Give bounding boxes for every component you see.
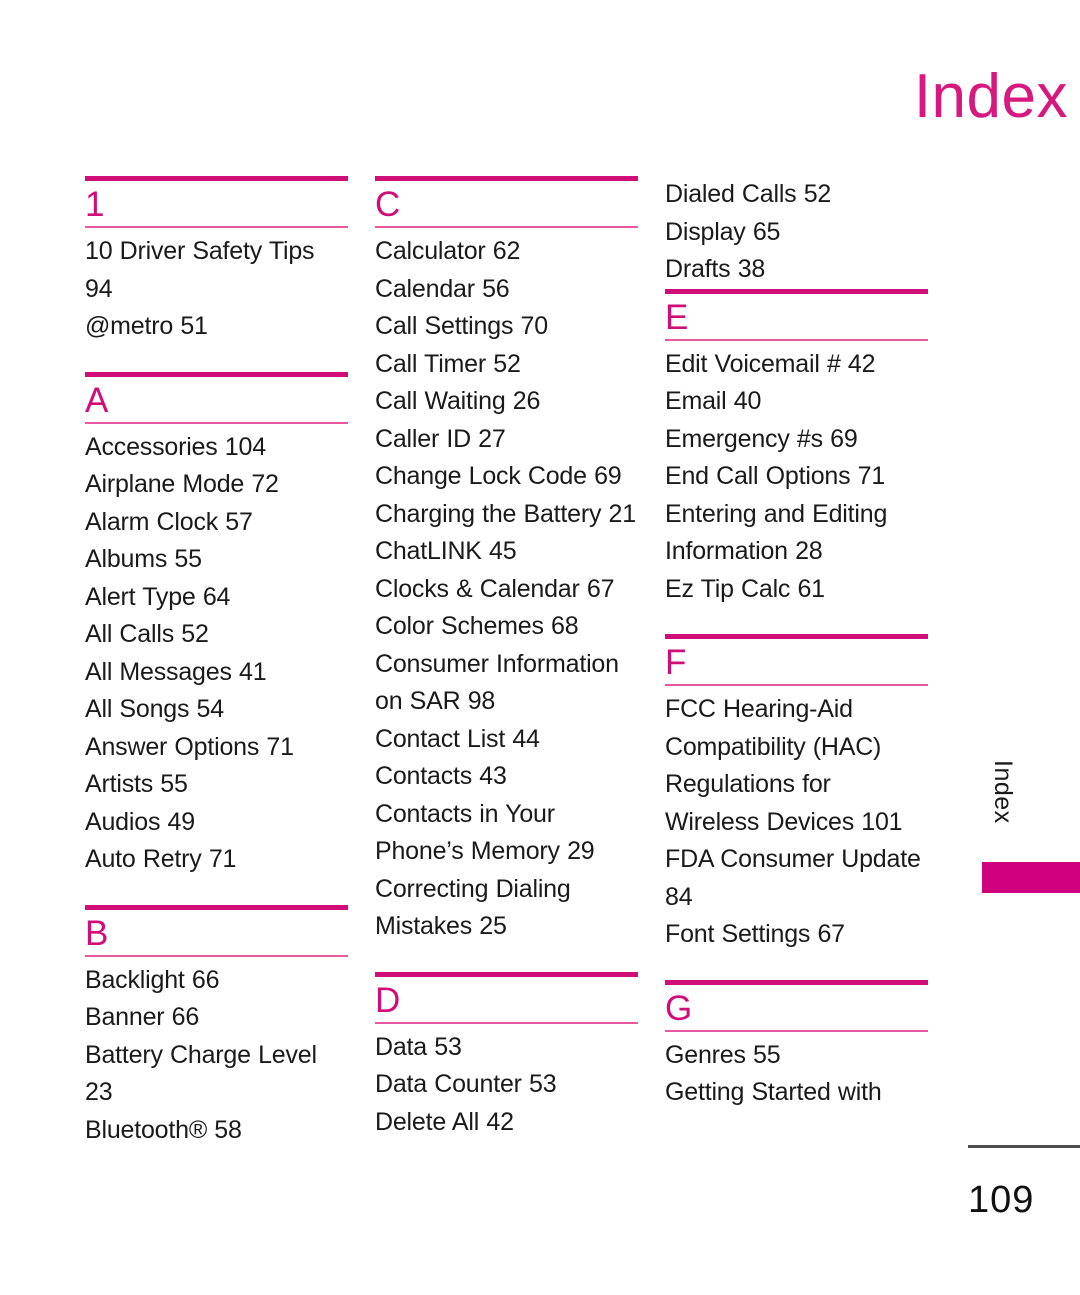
index-entry[interactable]: Color Schemes 68: [375, 608, 638, 646]
index-section: C Calculator 62 Calendar 56 Call Settings 7…: [375, 176, 638, 946]
index-entry[interactable]: Clocks & Calendar 67: [375, 571, 638, 609]
index-entry[interactable]: Airplane Mode 72: [85, 466, 348, 504]
index-entry[interactable]: Display 65: [665, 214, 928, 252]
index-entry[interactable]: Answer Options 71: [85, 729, 348, 767]
index-section: G Genres 55 Getting Started with: [665, 979, 928, 1112]
index-entry[interactable]: Backlight 66: [85, 962, 348, 1000]
index-entry[interactable]: Genres 55: [665, 1037, 928, 1075]
index-entry[interactable]: End Call Options 71: [665, 458, 928, 496]
footer-rule: [968, 1145, 1080, 1148]
index-entry[interactable]: Edit Voicemail # 42: [665, 346, 928, 384]
index-entry[interactable]: FDA Consumer Update 84: [665, 841, 928, 916]
index-entry[interactable]: Correcting Dialing Mistakes 25: [375, 871, 638, 946]
index-entry[interactable]: FCC Hearing-Aid Compatibility (HAC) Regu…: [665, 691, 928, 841]
index-section: F FCC Hearing-Aid Compatibility (HAC) Reg…: [665, 634, 928, 954]
column-1: 1 10 Driver Safety Tips 94 @metro 51 A Acces…: [85, 176, 348, 1151]
index-entry[interactable]: Alarm Clock 57: [85, 504, 348, 542]
section-entries: FCC Hearing-Aid Compatibility (HAC) Regu…: [665, 686, 928, 954]
section-entries: Genres 55 Getting Started with: [665, 1032, 928, 1112]
section-letter: 1: [85, 185, 105, 224]
section-letter: D: [375, 980, 401, 1020]
index-entry[interactable]: Accessories 104: [85, 429, 348, 467]
index-entry[interactable]: Data Counter 53: [375, 1066, 638, 1104]
index-entry[interactable]: Data 53: [375, 1029, 638, 1067]
index-entry[interactable]: @metro 51: [85, 308, 348, 346]
page-title: Index: [913, 62, 1068, 131]
column-2: C Calculator 62 Calendar 56 Call Settings 7…: [375, 176, 638, 1151]
section-letter: G: [665, 988, 693, 1028]
section-letter: E: [665, 297, 689, 337]
index-entry[interactable]: Albums 55: [85, 541, 348, 579]
index-entry[interactable]: Bluetooth® 58: [85, 1112, 348, 1150]
index-entry[interactable]: All Calls 52: [85, 616, 348, 654]
index-section: 1 10 Driver Safety Tips 94 @metro 51: [85, 176, 348, 346]
index-entry[interactable]: Artists 55: [85, 766, 348, 804]
index-entry[interactable]: Contact List 44: [375, 721, 638, 759]
index-entry[interactable]: Emergency #s 69: [665, 421, 928, 459]
index-entry[interactable]: Email 40: [665, 383, 928, 421]
index-entry[interactable]: Auto Retry 71: [85, 841, 348, 879]
section-letter: F: [665, 643, 687, 682]
index-columns: 1 10 Driver Safety Tips 94 @metro 51 A Acces…: [85, 176, 995, 1151]
index-entry[interactable]: 10 Driver Safety Tips 94: [85, 233, 348, 308]
index-entry[interactable]: Entering and Editing Information 28: [665, 496, 928, 571]
index-entry[interactable]: Battery Charge Level 23: [85, 1037, 348, 1112]
index-entry[interactable]: Font Settings 67: [665, 916, 928, 954]
index-entry[interactable]: Banner 66: [85, 999, 348, 1037]
index-entry[interactable]: Contacts 43: [375, 758, 638, 796]
index-entry[interactable]: Alert Type 64: [85, 579, 348, 617]
section-entries: 10 Driver Safety Tips 94 @metro 51: [85, 228, 348, 346]
continuation-entries: Dialed Calls 52 Display 65 Drafts 38: [665, 176, 928, 289]
index-entry[interactable]: Calculator 62: [375, 233, 638, 271]
index-section: A Accessories 104 Airplane Mode 72 Alarm Cl…: [85, 371, 348, 879]
index-entry[interactable]: ChatLINK 45: [375, 533, 638, 571]
section-entries: Calculator 62 Calendar 56 Call Settings 70…: [375, 228, 638, 946]
index-entry[interactable]: Drafts 38: [665, 251, 928, 289]
side-tab-block: [982, 862, 1080, 893]
index-section: B Backlight 66 Banner 66 Battery Charge Lev…: [85, 904, 348, 1150]
section-letter: A: [85, 380, 109, 420]
index-entry[interactable]: Call Timer 52: [375, 346, 638, 384]
column-3: Dialed Calls 52 Display 65 Drafts 38 E Edit …: [665, 176, 928, 1151]
page-number: 109: [968, 1179, 1035, 1221]
index-entry[interactable]: Consumer Information on SAR 98: [375, 646, 638, 721]
section-entries: Data 53 Data Counter 53 Delete All 42: [375, 1024, 638, 1142]
index-entry[interactable]: Getting Started with: [665, 1074, 928, 1112]
section-entries: Backlight 66 Banner 66 Battery Charge Leve…: [85, 957, 348, 1150]
index-section: E Edit Voicemail # 42 Email 40 Emergency #s…: [665, 288, 928, 609]
index-section: D Data 53 Data Counter 53 Delete All 42: [375, 971, 638, 1142]
section-entries: Accessories 104 Airplane Mode 72 Alarm Clo…: [85, 424, 348, 879]
section-letter: C: [375, 185, 401, 224]
index-entry[interactable]: Charging the Battery 21: [375, 496, 638, 534]
index-entry[interactable]: Call Waiting 26: [375, 383, 638, 421]
index-entry[interactable]: Contacts in Your Phone’s Memory 29: [375, 796, 638, 871]
index-entry[interactable]: Call Settings 70: [375, 308, 638, 346]
index-entry[interactable]: Caller ID 27: [375, 421, 638, 459]
index-entry[interactable]: Calendar 56: [375, 271, 638, 309]
index-entry[interactable]: All Songs 54: [85, 691, 348, 729]
index-entry[interactable]: Dialed Calls 52: [665, 176, 928, 214]
index-entry[interactable]: Ez Tip Calc 61: [665, 571, 928, 609]
index-entry[interactable]: Audios 49: [85, 804, 348, 842]
index-entry[interactable]: All Messages 41: [85, 654, 348, 692]
side-tab-label: Index: [989, 760, 1017, 824]
index-entry[interactable]: Change Lock Code 69: [375, 458, 638, 496]
section-letter: B: [85, 913, 109, 953]
index-entry[interactable]: Delete All 42: [375, 1104, 638, 1142]
section-entries: Edit Voicemail # 42 Email 40 Emergency #s …: [665, 341, 928, 609]
